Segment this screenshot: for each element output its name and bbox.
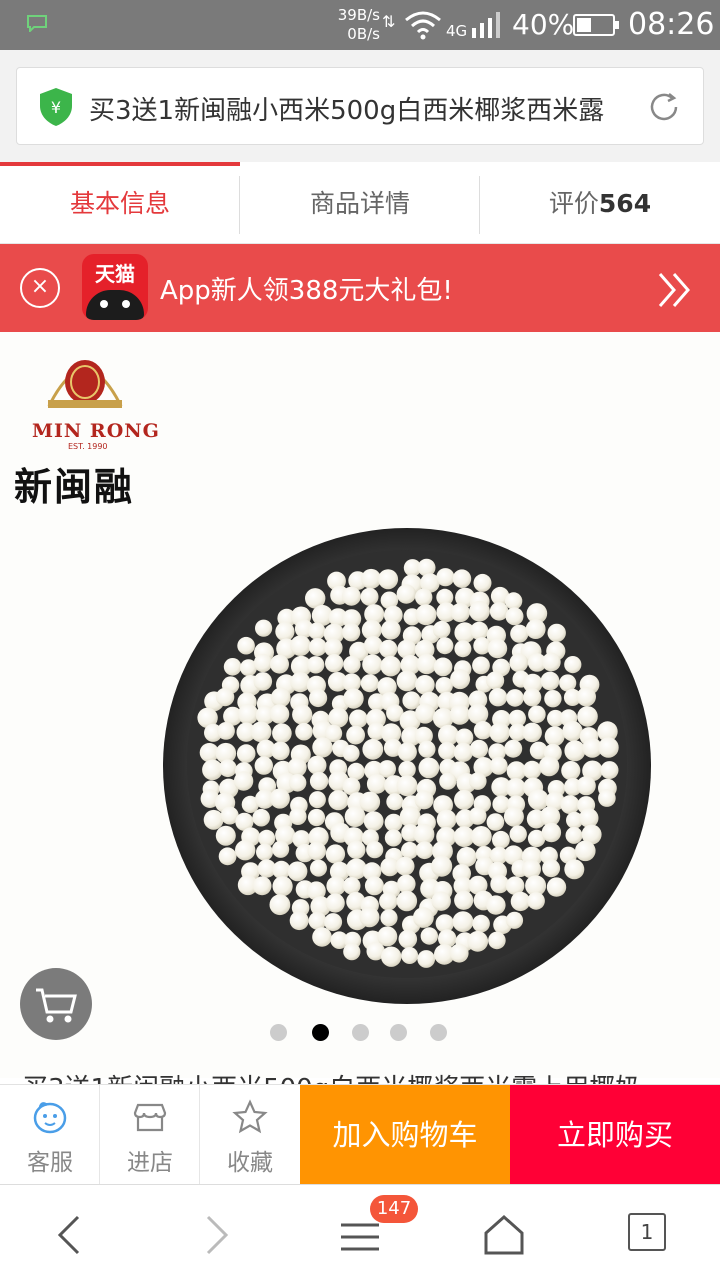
chat-notification-icon — [27, 15, 47, 32]
cart-icon — [36, 988, 77, 1023]
product-photo-sago-bowl — [163, 528, 651, 1004]
carousel-indicator — [270, 1022, 460, 1042]
tab-reviews[interactable]: 评价564 — [480, 162, 720, 244]
service-face-icon — [33, 1102, 67, 1134]
signal-icon — [472, 12, 500, 38]
double-chevron-right-icon[interactable] — [656, 270, 696, 310]
refresh-icon[interactable] — [645, 88, 683, 126]
svg-text:¥: ¥ — [51, 98, 61, 117]
tab-basic-info[interactable]: 基本信息 — [0, 162, 240, 244]
menu-badge: 147 — [370, 1195, 418, 1223]
customer-service-button[interactable]: 客服 — [0, 1085, 100, 1185]
battery-percent: 40% — [512, 8, 575, 41]
clock: 08:26 — [628, 7, 715, 42]
promo-text: App新人领388元大礼包! — [160, 276, 453, 306]
close-icon[interactable]: × — [20, 268, 60, 308]
browser-address-area: ¥ 买3送1新闽融小西米500g白西米椰浆西米露 — [0, 50, 720, 162]
carousel-dot[interactable] — [270, 1024, 287, 1041]
star-icon — [232, 1099, 268, 1134]
product-image-carousel[interactable]: MIN RONG EST. 1990 新闽融 — [0, 332, 720, 1078]
review-count: 564 — [598, 189, 652, 218]
tabs-button[interactable]: 1 — [628, 1213, 666, 1251]
home-icon[interactable] — [480, 1211, 528, 1259]
status-bar: 39B/s 0B/s ⇅ 4G 40% 08:26 — [0, 0, 720, 50]
enter-store-button[interactable]: 进店 — [100, 1085, 200, 1185]
app-promo-banner[interactable]: × 天猫 App新人领388元大礼包! — [0, 244, 720, 332]
product-tabs: 基本信息 商品详情 评价564 — [0, 162, 720, 244]
battery-icon — [573, 14, 619, 36]
browser-navigation-bar: 147 1 — [0, 1184, 720, 1280]
tmall-app-icon: 天猫 — [82, 254, 148, 320]
product-page: 39B/s 0B/s ⇅ 4G 40% 08:26 ¥ 买3送1新闽融小西米50 — [0, 0, 720, 1280]
network-speed: 39B/s 0B/s — [337, 6, 380, 43]
store-icon — [133, 1103, 167, 1132]
brand-crest-icon — [47, 360, 123, 408]
carousel-dot[interactable] — [312, 1024, 329, 1041]
carousel-dot[interactable] — [430, 1024, 447, 1041]
network-type: 4G — [446, 22, 468, 40]
carousel-dot[interactable] — [390, 1024, 407, 1041]
address-bar[interactable]: ¥ 买3送1新闽融小西米500g白西米椰浆西米露 — [16, 67, 704, 145]
purchase-action-bar: 客服 进店 收藏 加入购物车 立即购买 — [0, 1084, 720, 1185]
data-transfer-icon: ⇅ — [382, 12, 396, 31]
page-title[interactable]: 买3送1新闽融小西米500g白西米椰浆西米露 — [89, 90, 639, 127]
wifi-icon — [405, 11, 441, 40]
forward-icon[interactable] — [192, 1211, 240, 1259]
buy-now-button[interactable]: 立即购买 — [510, 1085, 720, 1185]
favorite-button[interactable]: 收藏 — [200, 1085, 300, 1185]
add-to-cart-button[interactable]: 加入购物车 — [300, 1085, 510, 1185]
carousel-dot[interactable] — [352, 1024, 369, 1041]
back-icon[interactable] — [46, 1211, 94, 1259]
floating-cart-button[interactable] — [20, 968, 92, 1040]
secure-shield-icon: ¥ — [40, 88, 72, 126]
tab-product-details[interactable]: 商品详情 — [240, 162, 480, 244]
